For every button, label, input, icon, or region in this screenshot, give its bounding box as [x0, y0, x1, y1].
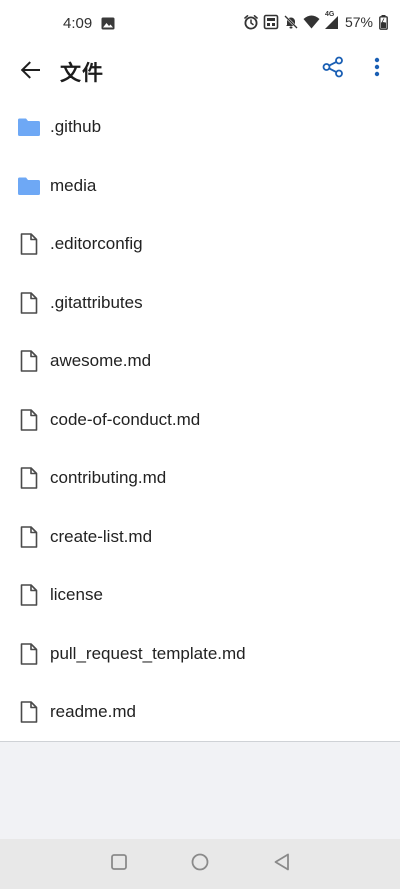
list-item[interactable]: code-of-conduct.md: [0, 391, 400, 450]
more-vert-icon: [374, 57, 380, 82]
arrow-left-icon: [20, 60, 40, 84]
file-name: contributing.md: [50, 468, 167, 488]
list-item[interactable]: license: [0, 566, 400, 625]
list-item[interactable]: contributing.md: [0, 449, 400, 508]
folder-icon: [18, 116, 40, 138]
file-icon: [18, 467, 40, 490]
list-item[interactable]: .github: [0, 98, 400, 157]
file-icon: [18, 701, 40, 724]
back-button[interactable]: [14, 56, 46, 88]
list-item[interactable]: awesome.md: [0, 332, 400, 391]
file-icon: [18, 408, 40, 431]
file-name: media: [50, 175, 97, 195]
home-circle-icon: [191, 853, 209, 876]
list-item[interactable]: readme.md: [0, 683, 400, 742]
battery-icon: [379, 14, 388, 30]
file-icon: [18, 350, 40, 373]
share-button[interactable]: [318, 54, 348, 84]
file-list: .github media .editorconfig .gitattribut…: [0, 98, 400, 742]
folder-icon: [18, 175, 40, 197]
back-triangle-icon: [274, 853, 290, 876]
file-name: .editorconfig: [50, 234, 143, 254]
page-title: 文件: [60, 62, 104, 85]
file-name: code-of-conduct.md: [50, 409, 201, 429]
alarm-icon: [243, 14, 259, 30]
list-item[interactable]: create-list.md: [0, 508, 400, 567]
list-item[interactable]: .editorconfig: [0, 215, 400, 274]
file-icon: [18, 584, 40, 607]
bell-off-icon: [283, 14, 299, 30]
wifi-icon: [303, 15, 320, 29]
recents-button[interactable]: [108, 853, 130, 875]
file-icon: [18, 233, 40, 256]
file-name: license: [50, 585, 103, 605]
file-name: .github: [50, 117, 102, 137]
list-item[interactable]: .gitattributes: [0, 274, 400, 333]
file-icon: [18, 291, 40, 314]
nav-back-button[interactable]: [271, 853, 293, 875]
gallery-icon: [101, 17, 115, 35]
battery-percent: 57%: [344, 14, 373, 30]
file-name: .gitattributes: [50, 292, 143, 312]
file-icon: [18, 642, 40, 665]
empty-area: [0, 742, 400, 839]
home-button[interactable]: [189, 853, 211, 875]
status-bar: 4:09 4G 57%: [0, 0, 400, 50]
file-name: pull_request_template.md: [50, 643, 246, 663]
share-icon: [322, 56, 344, 83]
status-icons: 4G 57%: [243, 11, 388, 30]
file-name: readme.md: [50, 702, 136, 722]
recents-square-icon: [111, 853, 127, 875]
more-options-button[interactable]: [366, 54, 388, 84]
network-type: 4G: [324, 10, 335, 18]
list-item[interactable]: media: [0, 157, 400, 216]
list-item[interactable]: pull_request_template.md: [0, 625, 400, 684]
storage-icon: [263, 14, 279, 30]
signal-icon: 4G: [324, 11, 339, 30]
file-name: create-list.md: [50, 526, 153, 546]
file-name: awesome.md: [50, 351, 152, 371]
file-icon: [18, 525, 40, 548]
system-nav-bar: [0, 839, 400, 889]
status-time: 4:09: [63, 15, 93, 32]
app-bar: 文件: [0, 50, 400, 99]
